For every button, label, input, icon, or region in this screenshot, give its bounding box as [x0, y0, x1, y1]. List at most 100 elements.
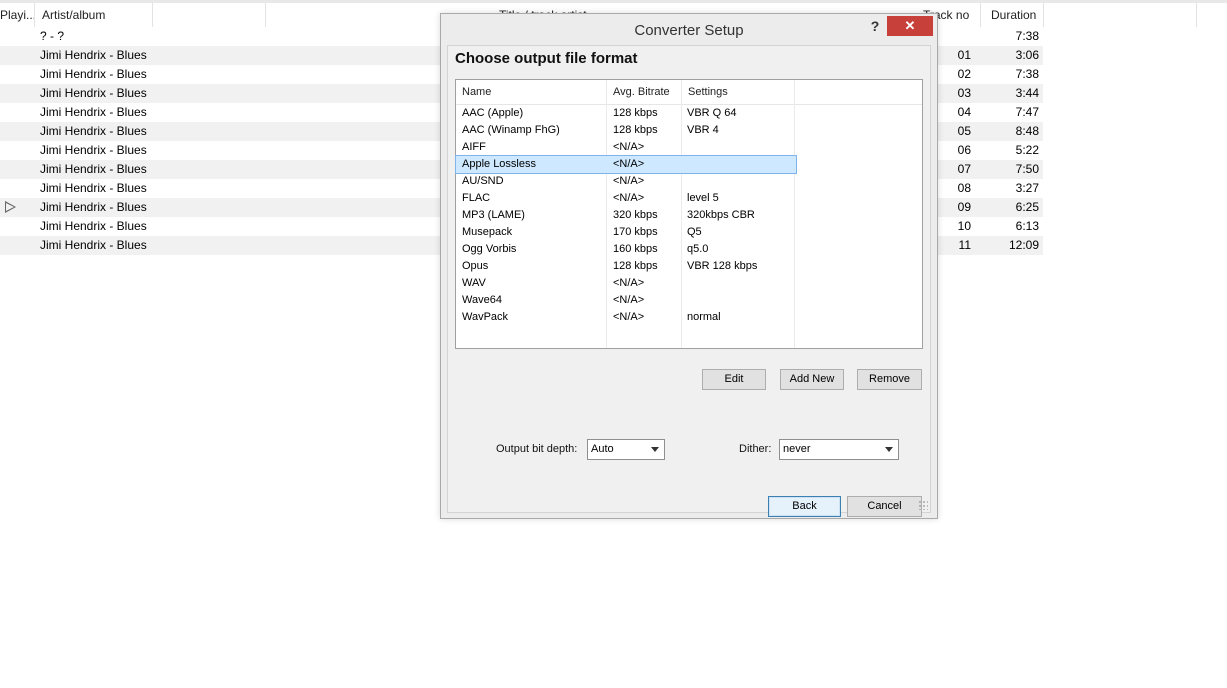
artist-album-cell: Jimi Hendrix - Blues	[40, 143, 147, 157]
output-bit-depth-select[interactable]: Auto	[587, 439, 665, 460]
artist-album-cell: ? - ?	[40, 29, 65, 43]
format-name-cell: WavPack	[462, 311, 509, 323]
add-new-button[interactable]: Add New	[780, 369, 844, 390]
back-button[interactable]: Back	[768, 496, 841, 517]
format-bitrate-cell: <N/A>	[613, 158, 645, 170]
track-no-cell: 08	[957, 181, 971, 195]
remove-button[interactable]: Remove	[857, 369, 922, 390]
artist-album-cell: Jimi Hendrix - Blues	[40, 86, 147, 100]
column-separator[interactable]	[152, 3, 153, 27]
track-no-cell: 01	[957, 48, 971, 62]
format-row[interactable]: MP3 (LAME) 320 kbps 320kbps CBR	[456, 207, 796, 224]
format-row[interactable]: AAC (Apple) 128 kbps VBR Q 64	[456, 105, 796, 122]
format-bitrate-cell: <N/A>	[613, 294, 645, 306]
track-no-cell: 03	[957, 86, 971, 100]
artist-album-cell: Jimi Hendrix - Blues	[40, 105, 147, 119]
format-row[interactable]: Ogg Vorbis 160 kbps q5.0	[456, 241, 796, 258]
dialog-titlebar[interactable]: Converter Setup ? ✕	[441, 14, 937, 44]
format-bitrate-cell: 128 kbps	[613, 260, 658, 272]
format-name-cell: MP3 (LAME)	[462, 209, 525, 221]
output-bit-depth-value: Auto	[591, 443, 614, 455]
format-row[interactable]: Opus 128 kbps VBR 128 kbps	[456, 258, 796, 275]
cancel-button[interactable]: Cancel	[847, 496, 922, 517]
format-settings-cell: VBR 128 kbps	[687, 260, 758, 272]
format-row[interactable]: Apple Lossless <N/A>	[455, 155, 797, 174]
format-list-header: Name Avg. Bitrate Settings	[456, 80, 922, 105]
artist-album-cell: Jimi Hendrix - Blues	[40, 238, 147, 252]
duration-cell: 7:38	[1015, 29, 1039, 43]
track-no-cell: 02	[957, 67, 971, 81]
close-button[interactable]: ✕	[887, 16, 933, 36]
dither-value: never	[783, 443, 811, 455]
dither-select[interactable]: never	[779, 439, 899, 460]
column-header-settings[interactable]: Settings	[682, 80, 794, 104]
edit-button[interactable]: Edit	[702, 369, 766, 390]
duration-cell: 3:44	[1015, 86, 1039, 100]
format-row[interactable]: FLAC <N/A> level 5	[456, 190, 796, 207]
format-row[interactable]: Wave64 <N/A>	[456, 292, 796, 309]
format-settings-cell: normal	[687, 311, 721, 323]
format-name-cell: FLAC	[462, 192, 491, 204]
format-name-cell: AAC (Apple)	[462, 107, 524, 119]
format-bitrate-cell: <N/A>	[613, 311, 645, 323]
format-settings-cell: 320kbps CBR	[687, 209, 755, 221]
column-header-playing[interactable]: Playi...	[0, 0, 34, 27]
dialog-title: Converter Setup	[634, 22, 744, 39]
format-bitrate-cell: 128 kbps	[613, 124, 658, 136]
column-header-bitrate[interactable]: Avg. Bitrate	[607, 80, 682, 104]
column-header-name[interactable]: Name	[456, 80, 606, 104]
track-no-cell	[944, 27, 971, 46]
duration-cell: 7:38	[1015, 67, 1039, 81]
format-name-cell: Opus	[462, 260, 489, 272]
duration-cell: 6:25	[1015, 200, 1039, 214]
duration-cell: 12:09	[1008, 238, 1039, 252]
column-separator[interactable]	[1196, 3, 1197, 27]
format-row[interactable]: WAV <N/A>	[456, 275, 796, 292]
format-bitrate-cell: 320 kbps	[613, 209, 658, 221]
track-no-cell: 05	[957, 124, 971, 138]
track-no-cell: 04	[957, 105, 971, 119]
artist-album-cell: Jimi Hendrix - Blues	[40, 124, 147, 138]
column-separator[interactable]	[34, 3, 35, 27]
artist-album-cell: Jimi Hendrix - Blues	[40, 48, 147, 62]
format-row[interactable]: WavPack <N/A> normal	[456, 309, 796, 326]
duration-cell: 8:48	[1015, 124, 1039, 138]
track-no-cell: 07	[957, 162, 971, 176]
format-row[interactable]: AIFF <N/A>	[456, 139, 796, 156]
duration-cell: 5:22	[1015, 143, 1039, 157]
format-name-cell: WAV	[462, 277, 486, 289]
format-row[interactable]: AAC (Winamp FhG) 128 kbps VBR 4	[456, 122, 796, 139]
duration-cell: 7:50	[1015, 162, 1039, 176]
format-name-cell: AIFF	[462, 141, 486, 153]
format-row[interactable]: Musepack 170 kbps Q5	[456, 224, 796, 241]
format-name-cell: Musepack	[462, 226, 513, 238]
column-separator[interactable]	[980, 3, 981, 27]
format-settings-cell: Q5	[687, 226, 702, 238]
column-separator[interactable]	[265, 3, 266, 27]
format-name-cell: AU/SND	[462, 175, 504, 187]
dialog-client-area: Choose output file format Name Avg. Bitr…	[447, 45, 931, 517]
format-settings-cell: q5.0	[687, 243, 709, 255]
artist-album-cell: Jimi Hendrix - Blues	[40, 181, 147, 195]
track-no-cell: 11	[958, 238, 971, 252]
column-separator[interactable]	[1043, 3, 1044, 27]
format-settings-cell: level 5	[687, 192, 719, 204]
dither-label: Dither:	[739, 443, 772, 455]
format-row[interactable]: AU/SND <N/A>	[456, 173, 796, 190]
format-bitrate-cell: 128 kbps	[613, 107, 658, 119]
format-bitrate-cell: 170 kbps	[613, 226, 658, 238]
chevron-down-icon	[885, 447, 893, 452]
column-header-artist[interactable]: Artist/album	[38, 0, 238, 27]
format-name-cell: AAC (Winamp FhG)	[462, 124, 560, 136]
format-bitrate-cell: 160 kbps	[613, 243, 658, 255]
format-settings-cell: VBR Q 64	[687, 107, 737, 119]
column-header-duration[interactable]: Duration	[987, 0, 1047, 27]
format-name-cell: Ogg Vorbis	[462, 243, 517, 255]
format-bitrate-cell: <N/A>	[613, 141, 645, 153]
duration-cell: 3:27	[1015, 181, 1039, 195]
help-button[interactable]: ?	[865, 16, 885, 36]
artist-album-cell: Jimi Hendrix - Blues	[40, 219, 147, 233]
format-list[interactable]: Name Avg. Bitrate Settings AAC (Apple) 12…	[455, 79, 923, 349]
resize-grip-icon[interactable]	[918, 500, 928, 510]
play-indicator-icon	[5, 201, 16, 213]
